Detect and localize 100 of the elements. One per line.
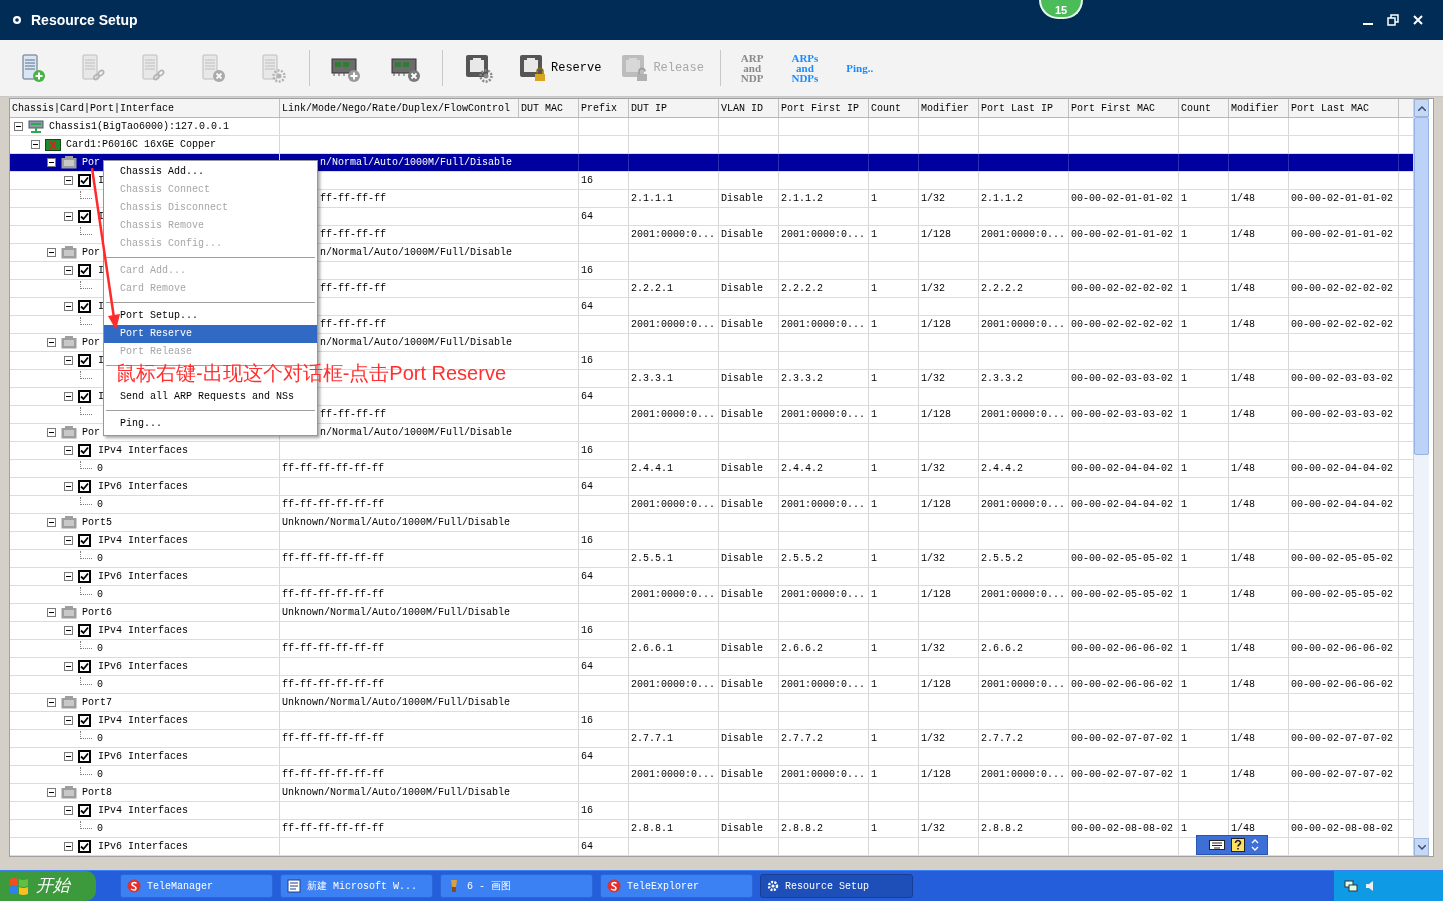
tree-label[interactable]: Port8 — [82, 783, 112, 802]
tree-label[interactable]: IPv4 Interfaces — [98, 441, 188, 460]
tree-label[interactable]: IPv4 Interfaces — [98, 621, 188, 640]
tree-label[interactable]: Por — [82, 153, 100, 172]
tree-label[interactable]: Por — [82, 333, 100, 352]
tree-label[interactable]: 0 — [97, 675, 103, 694]
column-header[interactable]: Modifier — [1229, 99, 1289, 117]
tree-label[interactable]: Port6 — [82, 603, 112, 622]
taskbar-item[interactable]: TeleManager — [120, 874, 273, 898]
expand-toggle[interactable] — [64, 662, 73, 671]
tree-label[interactable]: 0 — [97, 765, 103, 784]
checkbox[interactable] — [78, 480, 91, 493]
menu-item[interactable]: Port Setup... — [104, 307, 317, 325]
tree-label[interactable]: I — [98, 261, 104, 280]
expand-toggle[interactable] — [47, 518, 56, 527]
expand-toggle[interactable] — [64, 446, 73, 455]
expand-toggle[interactable] — [47, 698, 56, 707]
checkbox[interactable] — [78, 534, 91, 547]
checkbox[interactable] — [78, 624, 91, 637]
tree-label[interactable]: IPv6 Interfaces — [98, 567, 188, 586]
toolbar-button[interactable]: Reserve — [515, 46, 606, 90]
keyboard-icon[interactable] — [1209, 839, 1225, 851]
tree-label[interactable]: Card1:P6016C 16xGE Copper — [66, 135, 217, 154]
checkbox[interactable] — [78, 750, 91, 763]
tree-label[interactable]: IPv6 Interfaces — [98, 657, 188, 676]
checkbox[interactable] — [78, 444, 91, 457]
taskbar-item[interactable]: 新建 Microsoft W... — [280, 874, 433, 898]
tree-label[interactable]: Chassis1(BigTao6000):127.0.0.1 — [49, 117, 230, 136]
expand-toggle[interactable] — [64, 626, 73, 635]
expand-toggle[interactable] — [64, 842, 73, 851]
column-header[interactable]: Prefix — [579, 99, 629, 117]
column-header[interactable]: DUT IP — [629, 99, 719, 117]
tree-label[interactable]: 0 — [97, 819, 103, 838]
checkbox[interactable] — [78, 840, 91, 853]
column-header[interactable]: Modifier — [919, 99, 979, 117]
tree-label[interactable]: Port7 — [82, 693, 112, 712]
column-header[interactable]: DUT MAC — [519, 99, 579, 117]
expand-toggle[interactable] — [64, 302, 73, 311]
expand-toggle[interactable] — [31, 140, 40, 149]
help-icon[interactable] — [1231, 838, 1245, 852]
expand-toggle[interactable] — [64, 212, 73, 221]
tree-label[interactable]: 0 — [97, 585, 103, 604]
expand-toggle[interactable] — [47, 248, 56, 257]
checkbox[interactable] — [78, 660, 91, 673]
tree-label[interactable]: IPv6 Interfaces — [98, 477, 188, 496]
tree-label[interactable]: Port5 — [82, 513, 112, 532]
column-header[interactable]: Chassis|Card|Port|Interface — [10, 99, 280, 117]
checkbox[interactable] — [78, 210, 91, 223]
column-header[interactable]: VLAN ID — [719, 99, 779, 117]
expand-toggle[interactable] — [64, 176, 73, 185]
expand-toggle[interactable] — [47, 788, 56, 797]
tree-label[interactable]: I — [98, 351, 104, 370]
column-header[interactable]: Link/Mode/Nego/Rate/Duplex/FlowControl — [280, 99, 519, 117]
taskbar-item[interactable]: 6 - 画图 — [440, 874, 593, 898]
tree-label[interactable]: 0 — [97, 639, 103, 658]
tree-label[interactable]: I — [98, 171, 104, 190]
expand-toggle[interactable] — [64, 752, 73, 761]
taskbar-item[interactable]: TeleExplorer — [600, 874, 753, 898]
tree-label[interactable]: Por — [82, 423, 100, 442]
tree-label[interactable]: 0 — [97, 549, 103, 568]
ime-toolbar[interactable] — [1196, 835, 1268, 855]
expand-toggle[interactable] — [64, 572, 73, 581]
expand-toggle[interactable] — [14, 122, 23, 131]
expand-toggle[interactable] — [64, 536, 73, 545]
options-icon[interactable] — [1251, 839, 1259, 851]
menu-item[interactable]: Ping... — [104, 415, 317, 433]
column-header[interactable]: Count — [869, 99, 919, 117]
expand-toggle[interactable] — [47, 428, 56, 437]
tree-label[interactable]: Por — [82, 243, 100, 262]
checkbox[interactable] — [78, 264, 91, 277]
column-header[interactable]: Port First MAC — [1069, 99, 1179, 117]
column-header[interactable]: Port Last IP — [979, 99, 1069, 117]
column-header[interactable]: Count — [1179, 99, 1229, 117]
checkbox[interactable] — [78, 390, 91, 403]
tree-label[interactable]: 0 — [97, 459, 103, 478]
checkbox[interactable] — [78, 804, 91, 817]
scrollbar[interactable] — [1413, 99, 1429, 856]
tree-label[interactable]: IPv6 Interfaces — [98, 837, 188, 856]
checkbox[interactable] — [78, 570, 91, 583]
expand-toggle[interactable] — [47, 608, 56, 617]
start-button[interactable]: 开始 — [0, 871, 96, 901]
tree-label[interactable]: IPv4 Interfaces — [98, 711, 188, 730]
menu-item[interactable]: Chassis Add... — [104, 163, 317, 181]
checkbox[interactable] — [78, 174, 91, 187]
expand-toggle[interactable] — [47, 338, 56, 347]
checkbox[interactable] — [78, 354, 91, 367]
expand-toggle[interactable] — [64, 356, 73, 365]
expand-toggle[interactable] — [64, 716, 73, 725]
menu-item[interactable]: Send all ARP Requests and NSs — [104, 388, 317, 406]
expand-toggle[interactable] — [64, 392, 73, 401]
tree-label[interactable]: I — [98, 297, 104, 316]
expand-toggle[interactable] — [47, 158, 56, 167]
menu-item[interactable]: Port Reserve — [104, 325, 317, 343]
column-header[interactable]: Port Last MAC — [1289, 99, 1399, 117]
expand-toggle[interactable] — [64, 806, 73, 815]
checkbox[interactable] — [78, 300, 91, 313]
expand-toggle[interactable] — [64, 266, 73, 275]
tree-label[interactable]: IPv4 Interfaces — [98, 531, 188, 550]
expand-toggle[interactable] — [64, 482, 73, 491]
tree-label[interactable]: I — [98, 387, 104, 406]
